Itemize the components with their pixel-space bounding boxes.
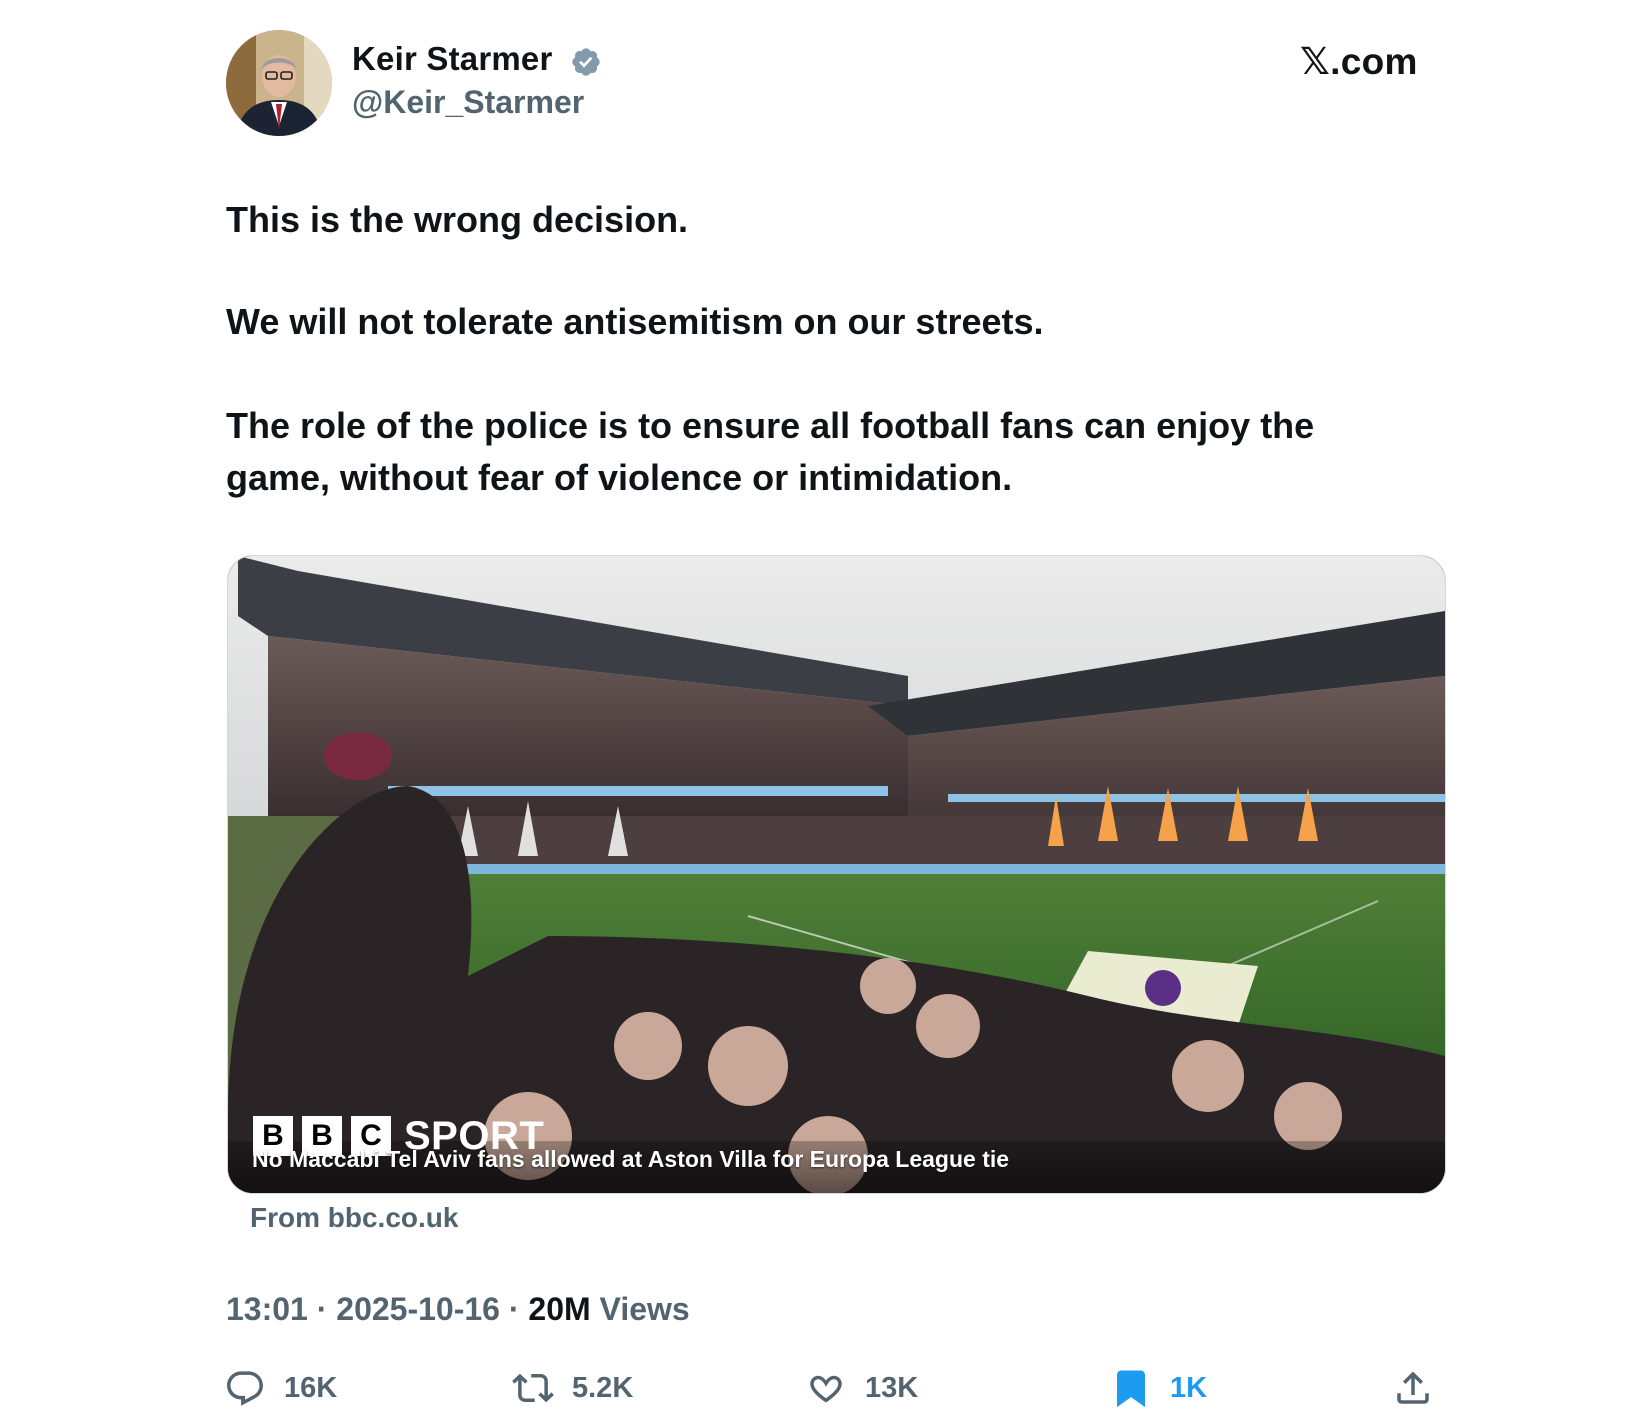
share-button[interactable] (1392, 1365, 1434, 1411)
repost-icon (512, 1373, 554, 1403)
author-name[interactable]: Keir Starmer (352, 40, 553, 78)
share-icon (1397, 1371, 1429, 1404)
bookmark-filled-icon (1117, 1370, 1145, 1408)
reply-button[interactable]: 16K (224, 1365, 337, 1411)
repost-button[interactable]: 5.2K (512, 1365, 633, 1411)
repost-count: 5.2K (572, 1371, 634, 1404)
bookmark-button[interactable]: 1K (1110, 1365, 1207, 1411)
brand-label: 𝕏.com (1300, 41, 1418, 82)
tweet-time[interactable]: 13:01 (226, 1291, 308, 1327)
author-handle[interactable]: @Keir_Starmer (352, 84, 584, 121)
tweet-date[interactable]: 2025-10-16 (336, 1291, 500, 1327)
meta-separator: · (508, 1291, 520, 1327)
reply-icon (227, 1371, 263, 1406)
like-button[interactable]: 13K (805, 1365, 918, 1411)
tweet-meta: 13:01 · 2025-10-16 · 20M Views (226, 1291, 690, 1328)
tweet-paragraph-1: This is the wrong decision. (226, 199, 689, 240)
stadium-photo (228, 556, 1445, 1193)
card-source[interactable]: From bbc.co.uk (250, 1202, 458, 1234)
card-title[interactable]: No Maccabi Tel Aviv fans allowed at Asto… (252, 1146, 1009, 1173)
tweet-paragraph-3: The role of the police is to ensure all … (226, 405, 1315, 498)
reply-count: 16K (284, 1371, 338, 1404)
tweet-paragraph-2: We will not tolerate antisemitism on our… (226, 301, 1044, 342)
views-count: 20M (528, 1291, 591, 1327)
avatar[interactable] (226, 30, 332, 136)
avatar-image (226, 30, 332, 136)
heart-icon (810, 1375, 842, 1403)
like-count: 13K (865, 1371, 919, 1404)
link-card[interactable]: B B C SPORT No Maccabi Tel Aviv fans all… (227, 555, 1446, 1194)
verified-badge-icon (572, 48, 600, 76)
bookmark-count: 1K (1170, 1371, 1208, 1404)
meta-separator: · (316, 1291, 328, 1327)
views-label: Views (599, 1291, 690, 1327)
